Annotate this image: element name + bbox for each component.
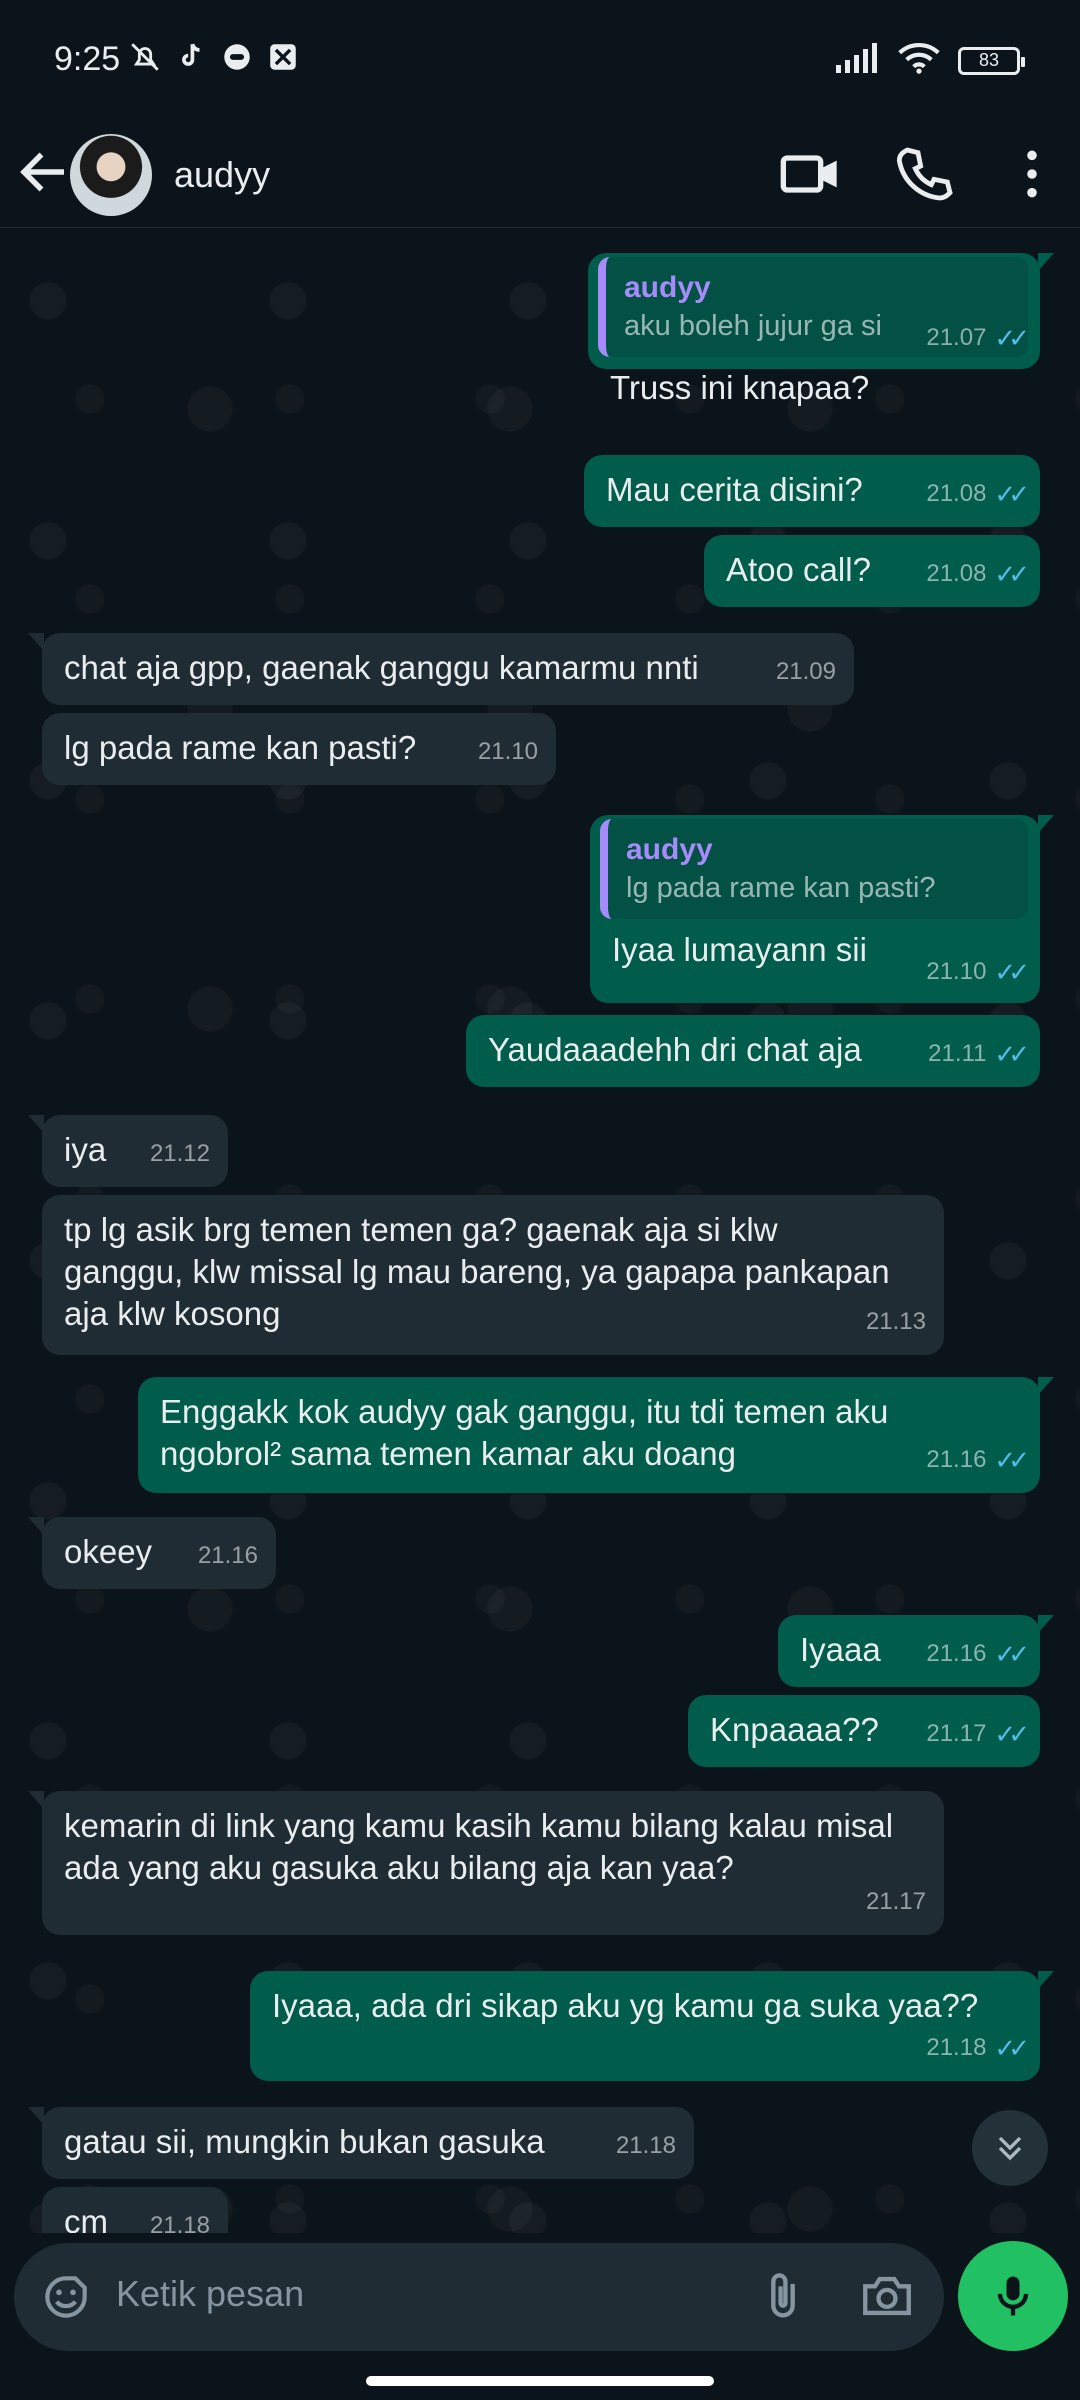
back-arrow-icon[interactable] [14, 142, 74, 202]
message-outgoing[interactable]: audyy lg pada rame kan pasti? Iyaa lumay… [590, 815, 1054, 1003]
message-incoming[interactable]: chat aja gpp, gaenak ganggu kamarmu nnti… [28, 633, 854, 705]
message-outgoing[interactable]: Enggakk kok audyy gak ganggu, itu tdi te… [138, 1377, 1054, 1493]
message-incoming[interactable]: okeey 21.16 [28, 1517, 276, 1589]
app-icon [266, 40, 300, 74]
message-time: 21.12 [149, 1140, 210, 1167]
scroll-down-icon[interactable] [972, 2110, 1048, 2186]
message-time: 21.18 [926, 2034, 987, 2061]
message-composer[interactable]: Ketik pesan [14, 2243, 944, 2351]
message-outgoing[interactable]: Atoo call? 21.08 ✓✓ [704, 535, 1040, 607]
camera-icon[interactable] [858, 2267, 916, 2325]
message-incoming[interactable]: kemarin di link yang kamu kasih kamu bil… [28, 1791, 944, 1935]
message-incoming[interactable]: gatau sii, mungkin bukan gasuka 21.18 [28, 2107, 694, 2179]
wifi-icon [898, 42, 940, 79]
chat-area[interactable]: audyy aku boleh jujur ga si Truss ini kn… [0, 229, 1080, 2233]
message-text: kemarin di link yang kamu kasih kamu bil… [64, 1807, 903, 1886]
message-outgoing[interactable]: Mau cerita disini? 21.08 ✓✓ [584, 455, 1040, 527]
message-outgoing[interactable]: Iyaaa 21.16 ✓✓ [778, 1615, 1054, 1687]
message-time: 21.11 [928, 1040, 987, 1067]
contact-name[interactable]: audyy [174, 154, 270, 196]
quote-author: audyy [624, 271, 711, 304]
message-text: gatau sii, mungkin bukan gasuka [64, 2123, 545, 2160]
message-text: Truss ini knapaa? [610, 369, 870, 406]
message-outgoing[interactable]: audyy aku boleh jujur ga si Truss ini kn… [588, 253, 1054, 406]
message-time: 21.13 [865, 1308, 926, 1335]
message-outgoing[interactable]: Knpaaaa?? 21.17 ✓✓ [688, 1695, 1040, 1767]
message-time: 21.08 [926, 560, 987, 587]
message-incoming[interactable]: tp lg asik brg temen temen ga? gaenak aj… [42, 1195, 944, 1355]
message-time: 21.18 [149, 2212, 210, 2233]
quote-text: lg pada rame kan pasti? [626, 872, 936, 904]
message-incoming[interactable]: cm 21.18 [42, 2187, 228, 2233]
message-time: 21.07 [926, 324, 987, 351]
message-text: Iyaaa, ada dri sikap aku yg kamu ga suka… [272, 1987, 979, 2024]
message-time: 21.17 [926, 1720, 987, 1747]
read-ticks-icon: ✓✓ [994, 479, 1029, 509]
mic-icon[interactable] [958, 2241, 1068, 2351]
read-ticks-icon: ✓✓ [994, 1719, 1029, 1749]
tiktok-icon [174, 40, 208, 74]
read-ticks-icon: ✓✓ [994, 559, 1029, 589]
chat-app-icon [220, 40, 254, 74]
message-input[interactable]: Ketik pesan [116, 2273, 304, 2315]
mute-icon [128, 40, 162, 74]
message-time: 21.18 [615, 2132, 676, 2159]
status-bar: 9:25 83 [0, 0, 1080, 120]
message-text: tp lg asik brg temen temen ga? gaenak aj… [64, 1211, 899, 1332]
message-incoming[interactable]: lg pada rame kan pasti? 21.10 [42, 713, 556, 785]
battery-indicator: 83 [958, 46, 1025, 75]
message-time: 21.10 [926, 958, 987, 985]
notification-icons [128, 40, 300, 74]
message-outgoing[interactable]: Iyaaa, ada dri sikap aku yg kamu ga suka… [250, 1971, 1054, 2081]
read-ticks-icon: ✓✓ [994, 1039, 1029, 1069]
quote-author: audyy [626, 833, 713, 866]
video-call-icon[interactable] [778, 142, 842, 206]
home-gesture-bar[interactable] [366, 2376, 714, 2386]
read-ticks-icon: ✓✓ [994, 323, 1029, 353]
message-text: Enggakk kok audyy gak ganggu, itu tdi te… [160, 1393, 898, 1472]
navigation-bar [0, 2360, 1080, 2400]
quoted-message[interactable]: audyy lg pada rame kan pasti? [600, 819, 1028, 919]
read-ticks-icon: ✓✓ [994, 957, 1029, 987]
message-time: 21.08 [926, 480, 987, 507]
message-outgoing[interactable]: Yaudaaadehh dri chat aja 21.11 ✓✓ [466, 1015, 1040, 1087]
message-time: 21.16 [197, 1542, 258, 1569]
chat-header: audyy [0, 120, 1080, 228]
status-time: 9:25 [54, 40, 121, 78]
read-ticks-icon: ✓✓ [994, 2033, 1029, 2063]
message-time: 21.16 [926, 1446, 987, 1473]
message-time: 21.17 [865, 1888, 926, 1915]
message-text: chat aja gpp, gaenak ganggu kamarmu nnti [64, 649, 699, 686]
emoji-icon[interactable] [38, 2269, 94, 2325]
voice-call-icon[interactable] [894, 142, 958, 206]
status-right: 83 [836, 42, 1025, 79]
message-time: 21.09 [775, 658, 836, 685]
read-ticks-icon: ✓✓ [994, 1445, 1029, 1475]
avatar[interactable] [70, 134, 152, 216]
more-menu-icon[interactable] [1000, 142, 1064, 206]
signal-icon [836, 43, 880, 78]
read-ticks-icon: ✓✓ [994, 1639, 1029, 1669]
attach-icon[interactable] [754, 2267, 812, 2325]
message-incoming[interactable]: iya 21.12 [28, 1115, 228, 1187]
message-time: 21.10 [477, 738, 538, 765]
message-text: lg pada rame kan pasti? [64, 729, 417, 766]
message-time: 21.16 [926, 1640, 987, 1667]
